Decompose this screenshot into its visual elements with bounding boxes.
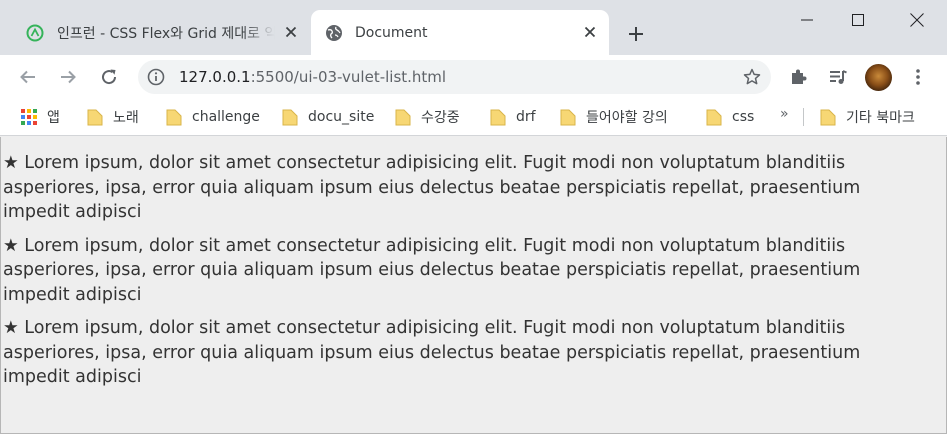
- minimize-icon: [801, 19, 813, 21]
- star-icon[interactable]: [741, 66, 763, 88]
- list-item: ★ Lorem ipsum, dolor sit amet consectetu…: [3, 234, 888, 308]
- star-bullet: ★: [3, 153, 19, 173]
- list-item: ★ Lorem ipsum, dolor sit amet consectetu…: [3, 316, 888, 390]
- reload-icon: [102, 69, 117, 85]
- folder-icon: [820, 109, 836, 126]
- address-bar[interactable]: 127.0.0.1:5500/ui-03-vulet-list.html: [138, 60, 771, 94]
- bookmarks-overflow-button[interactable]: »: [780, 106, 789, 122]
- star-bullet: ★: [3, 318, 19, 338]
- toolbar: 127.0.0.1:5500/ui-03-vulet-list.html: [0, 55, 947, 98]
- bookmark-label: 들어야할 강의: [586, 110, 668, 126]
- bookmark-apps[interactable]: 앱: [21, 106, 60, 128]
- inflearn-favicon: [26, 24, 44, 41]
- url-host: 127.0.0.1: [179, 68, 251, 86]
- maximize-icon: [852, 14, 864, 26]
- folder-icon: [166, 109, 182, 126]
- back-button[interactable]: [14, 63, 42, 91]
- extensions-icon: [792, 69, 807, 84]
- bookmark-label: 앱: [47, 110, 60, 126]
- avatar[interactable]: [865, 64, 892, 91]
- list-item-text: Lorem ipsum, dolor sit amet consectetur …: [3, 153, 861, 222]
- list-item-text: Lorem ipsum, dolor sit amet consectetur …: [3, 235, 861, 305]
- folder-icon: [560, 109, 576, 126]
- folder-icon: [490, 109, 506, 126]
- bookmark-folder[interactable]: 노래: [87, 106, 139, 128]
- folder-icon: [282, 109, 298, 126]
- url-text: 127.0.0.1:5500/ui-03-vulet-list.html: [179, 68, 446, 86]
- info-icon[interactable]: [146, 67, 166, 87]
- more-vert-icon: [916, 69, 920, 85]
- bookmark-other[interactable]: 기타 북마크: [820, 106, 915, 128]
- reload-button[interactable]: [95, 63, 123, 91]
- url-path: :5500/ui-03-vulet-list.html: [250, 68, 447, 86]
- bookmark-folder[interactable]: 수강중: [395, 106, 460, 128]
- close-icon[interactable]: [581, 23, 599, 41]
- bookmark-label: challenge: [192, 109, 260, 125]
- menu-button[interactable]: [904, 63, 932, 91]
- list-item-text: Lorem ipsum, dolor sit amet consectetur …: [3, 318, 861, 387]
- window-close-icon: [910, 13, 924, 27]
- apps-icon: [21, 109, 37, 125]
- bookmarks-divider: [803, 108, 804, 126]
- bookmark-label: css: [732, 109, 755, 125]
- folder-icon: [706, 109, 722, 126]
- bookmarks-bar: 앱 노래 challenge docu_site 수강중 drf 들어야할 강의…: [0, 98, 947, 136]
- plus-icon: [629, 27, 643, 41]
- folder-icon: [87, 109, 103, 126]
- bookmark-label: docu_site: [308, 109, 375, 125]
- close-icon[interactable]: [282, 23, 300, 41]
- tab-inflearn[interactable]: 인프런 - CSS Flex와 Grid 제대로 익히기: [0, 10, 310, 55]
- forward-button[interactable]: [54, 63, 82, 91]
- extensions-button[interactable]: [784, 63, 812, 91]
- bookmark-folder[interactable]: docu_site: [282, 106, 374, 128]
- new-tab-button[interactable]: [622, 20, 650, 48]
- tab-strip: 인프런 - CSS Flex와 Grid 제대로 익히기 Document: [0, 0, 947, 55]
- window-close-button[interactable]: [894, 0, 940, 40]
- maximize-button[interactable]: [835, 0, 881, 40]
- tab-title: Document: [355, 24, 428, 41]
- bookmark-label: drf: [516, 109, 536, 125]
- list-item: ★ Lorem ipsum, dolor sit amet consectetu…: [3, 151, 888, 225]
- bookmark-label: 수강중: [421, 110, 460, 126]
- forward-icon: [61, 70, 76, 84]
- tab-document[interactable]: Document: [311, 10, 609, 55]
- bookmark-folder[interactable]: challenge: [166, 106, 260, 128]
- folder-icon: [395, 109, 411, 126]
- bookmark-label: 노래: [113, 110, 139, 126]
- bookmark-folder[interactable]: 들어야할 강의: [560, 106, 668, 128]
- tab-title: 인프런 - CSS Flex와 Grid 제대로 익히기: [57, 25, 275, 42]
- globe-icon: [326, 24, 342, 41]
- media-button[interactable]: [824, 63, 852, 91]
- bookmark-folder[interactable]: drf: [490, 106, 536, 128]
- page-content: ★ Lorem ipsum, dolor sit amet consectetu…: [0, 137, 947, 434]
- media-icon: [830, 70, 847, 84]
- bullet-list: ★ Lorem ipsum, dolor sit amet consectetu…: [1, 137, 946, 390]
- back-icon: [20, 70, 35, 84]
- bookmark-folder[interactable]: css: [706, 106, 754, 128]
- minimize-button[interactable]: [784, 0, 830, 40]
- bookmark-label: 기타 북마크: [846, 110, 915, 126]
- star-bullet: ★: [3, 235, 19, 256]
